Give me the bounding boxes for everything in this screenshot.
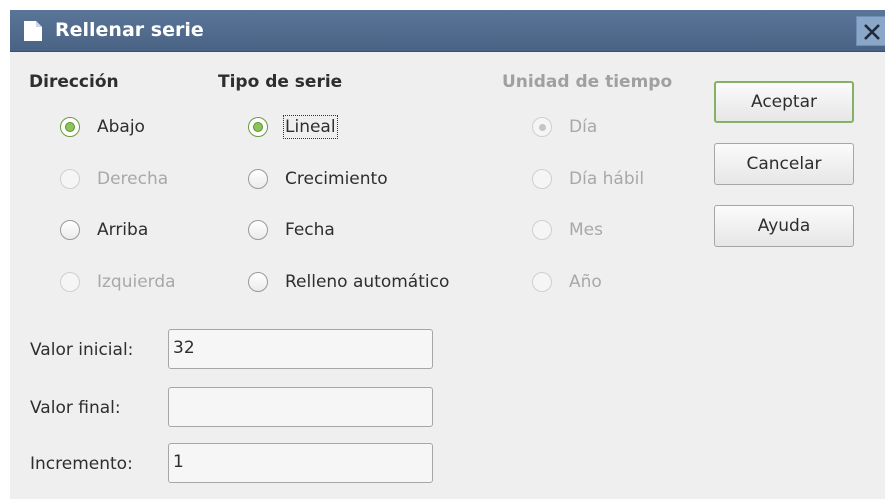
increment-label: Incremento: xyxy=(30,454,133,474)
radio-right: Derecha xyxy=(60,165,168,193)
radio-day-indicator xyxy=(532,117,552,137)
radio-date-indicator xyxy=(248,220,268,240)
increment-field[interactable]: 1 xyxy=(168,443,433,483)
radio-date[interactable]: Fecha xyxy=(248,216,335,244)
close-icon xyxy=(864,24,880,40)
radio-right-indicator xyxy=(60,169,80,189)
radio-year-label: Año xyxy=(569,272,602,292)
ok-button[interactable]: Aceptar xyxy=(714,81,854,123)
time-unit-heading: Unidad de tiempo xyxy=(502,72,673,92)
radio-left-indicator xyxy=(60,272,80,292)
document-icon xyxy=(23,20,43,47)
radio-right-label: Derecha xyxy=(97,169,169,189)
cancel-button[interactable]: Cancelar xyxy=(714,143,854,185)
radio-growth[interactable]: Crecimiento xyxy=(248,165,388,193)
radio-month: Mes xyxy=(532,216,603,244)
radio-day: Día xyxy=(532,113,597,141)
radio-linear-indicator xyxy=(248,117,268,137)
radio-left-label: Izquierda xyxy=(97,272,176,292)
radio-growth-label: Crecimiento xyxy=(285,169,388,189)
radio-left: Izquierda xyxy=(60,268,176,296)
end-value-field[interactable] xyxy=(168,387,433,427)
radio-month-indicator xyxy=(532,220,552,240)
radio-weekday: Día hábil xyxy=(532,165,644,193)
series-type-heading: Tipo de serie xyxy=(218,72,343,92)
radio-growth-indicator xyxy=(248,169,268,189)
radio-up-indicator xyxy=(60,220,80,240)
radio-autofill[interactable]: Relleno automático xyxy=(248,268,449,296)
radio-autofill-indicator xyxy=(248,272,268,292)
radio-down-indicator xyxy=(60,117,80,137)
radio-year-indicator xyxy=(532,272,552,292)
close-button[interactable] xyxy=(856,16,885,46)
radio-up[interactable]: Arriba xyxy=(60,216,148,244)
start-value-label: Valor inicial: xyxy=(30,340,134,360)
radio-linear[interactable]: Lineal xyxy=(248,113,338,141)
dialog-title: Rellenar serie xyxy=(55,19,204,41)
radio-weekday-label: Día hábil xyxy=(569,169,645,189)
radio-up-label: Arriba xyxy=(97,220,149,240)
help-button[interactable]: Ayuda xyxy=(714,205,854,247)
radio-weekday-indicator xyxy=(532,169,552,189)
radio-autofill-label: Relleno automático xyxy=(285,272,450,292)
start-value-field[interactable]: 32 xyxy=(168,329,433,369)
radio-month-label: Mes xyxy=(569,220,603,240)
radio-down-label: Abajo xyxy=(97,117,145,137)
direction-heading: Dirección xyxy=(29,72,119,92)
title-bar[interactable]: Rellenar serie xyxy=(10,10,885,52)
radio-day-label: Día xyxy=(569,117,598,137)
radio-date-label: Fecha xyxy=(285,220,335,240)
radio-down[interactable]: Abajo xyxy=(60,113,145,141)
fill-series-dialog: Rellenar serie Dirección Abajo Derecha A… xyxy=(10,10,885,499)
radio-linear-label: Lineal xyxy=(283,115,338,139)
end-value-label: Valor final: xyxy=(30,398,121,418)
radio-year: Año xyxy=(532,268,602,296)
